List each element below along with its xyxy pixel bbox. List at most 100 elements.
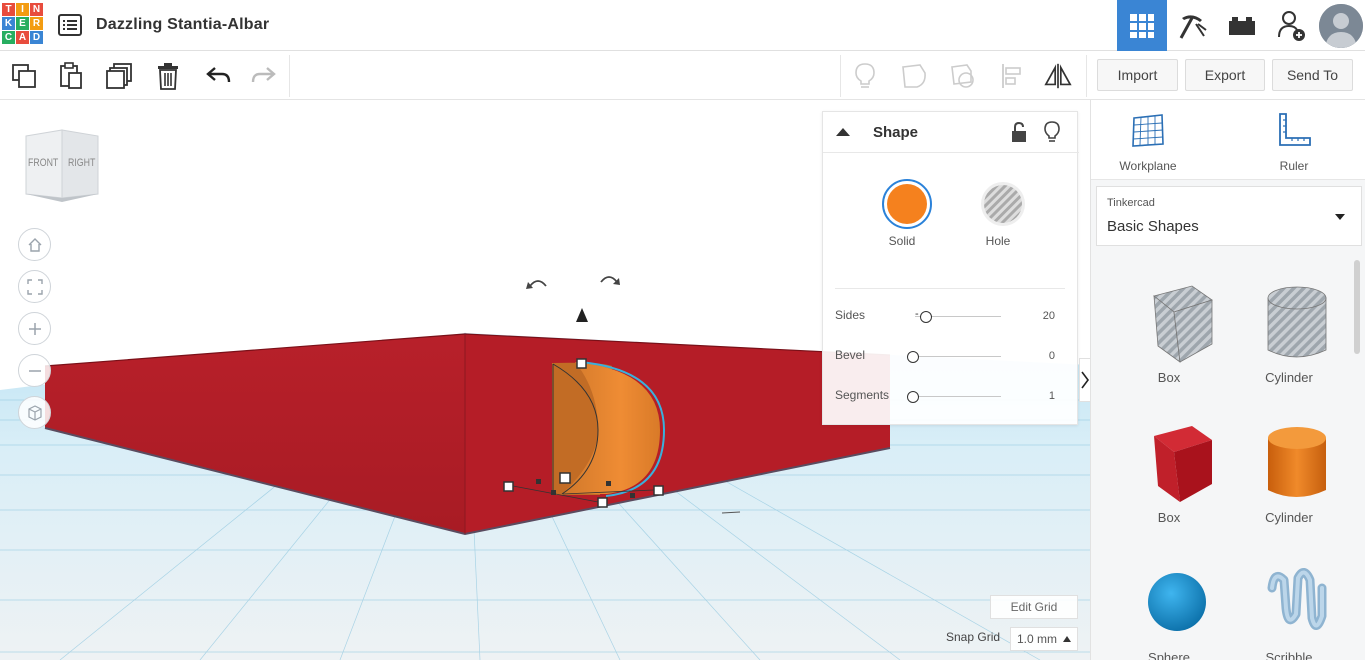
logo-letter: A — [16, 31, 29, 44]
copy-icon — [12, 64, 36, 88]
bevel-value[interactable]: 0 — [1049, 350, 1055, 362]
shape-scribble[interactable]: Scribble — [1229, 558, 1349, 660]
segments-slider-track[interactable] — [915, 396, 1001, 397]
logo-letter: N — [30, 3, 43, 16]
snap-grid-value: 1.0 mm — [1017, 632, 1058, 646]
perspective-button[interactable] — [18, 396, 51, 429]
user-avatar-button[interactable] — [1317, 0, 1365, 51]
shape-cylinder[interactable]: Cylinder — [1229, 418, 1349, 548]
logo-letter: T — [2, 3, 15, 16]
caret-up-icon — [836, 128, 850, 136]
ruler-button[interactable]: Ruler — [1249, 112, 1339, 173]
undo-button[interactable] — [203, 61, 233, 91]
home-view-button[interactable] — [18, 228, 51, 261]
shape-box-hole[interactable]: Box — [1109, 278, 1229, 408]
segments-slider-knob[interactable] — [907, 391, 919, 403]
workplane-icon — [1132, 114, 1164, 147]
segments-value[interactable]: 1 — [1049, 390, 1055, 402]
3d-design-button[interactable] — [1117, 0, 1167, 51]
view-cube[interactable]: FRONT RIGHT — [22, 128, 102, 203]
chevron-down-icon — [1335, 214, 1345, 220]
shape-inspector: Shape Solid Hole Sides - 20 Bevel 0 Segm… — [822, 111, 1079, 425]
hide-button[interactable] — [1042, 120, 1062, 144]
shape-library-dropdown[interactable]: Tinkercad Basic Shapes — [1096, 186, 1362, 246]
snap-grid-label: Snap Grid — [946, 630, 1001, 644]
export-button[interactable]: Export — [1185, 59, 1265, 91]
pickaxe-icon — [1179, 14, 1207, 39]
lift-handle-cone[interactable] — [576, 308, 588, 322]
document-title[interactable]: Dazzling Stantia-Albar — [96, 16, 269, 34]
inspector-divider — [835, 288, 1065, 289]
shape-cylinder-hole[interactable]: Cylinder — [1229, 278, 1349, 408]
collapse-inspector-button[interactable] — [835, 125, 851, 139]
3d-viewport[interactable]: FRONT RIGHT Shape Solid Hole Sides - 20 … — [0, 100, 1090, 660]
shape-list: Box Cylinder Box Cylinder Sphere Scribbl… — [1091, 258, 1361, 660]
duplicate-button[interactable] — [104, 61, 134, 91]
edit-grid-button[interactable]: Edit Grid — [990, 595, 1078, 619]
lock-button[interactable] — [1009, 121, 1029, 143]
rotate-handle-left[interactable] — [529, 280, 547, 287]
sides-value[interactable]: 20 — [1043, 310, 1055, 322]
bricks-icon — [1229, 16, 1255, 35]
hole-swatch — [980, 182, 1025, 226]
copy-button[interactable] — [9, 61, 39, 91]
codeblocks-button[interactable] — [1167, 0, 1217, 51]
shape-label: Box — [1157, 370, 1181, 385]
paste-button[interactable] — [56, 61, 86, 91]
grid-icon — [1130, 13, 1154, 38]
shape-sphere[interactable]: Sphere — [1109, 558, 1229, 660]
workplane-button[interactable]: Workplane — [1103, 112, 1193, 173]
add-user-icon — [1278, 10, 1305, 41]
shape-label: Scribble — [1265, 650, 1313, 660]
toolbar: Import Export Send To — [0, 51, 1365, 100]
toolbar-separator — [1086, 55, 1087, 97]
delete-button[interactable] — [153, 61, 183, 91]
snap-grid-select[interactable]: 1.0 mm — [1010, 627, 1078, 651]
undo-icon — [206, 67, 231, 83]
sides-slider-knob[interactable] — [920, 311, 932, 323]
fit-view-button[interactable] — [18, 270, 51, 303]
box-hole-icon — [1152, 285, 1213, 363]
home-icon — [28, 237, 41, 252]
logo-letter: K — [2, 17, 15, 30]
rotate-handle-right[interactable] — [600, 276, 618, 283]
design-list-icon[interactable] — [58, 14, 82, 36]
notes-button[interactable] — [850, 61, 880, 91]
logo-letter: I — [16, 3, 29, 16]
hole-shape-button[interactable] — [899, 61, 929, 91]
hole-option[interactable] — [963, 178, 1033, 235]
solid-option[interactable] — [867, 178, 937, 235]
tinkercad-logo[interactable]: T I N K E R C A D — [2, 3, 45, 48]
align-button[interactable] — [998, 61, 1028, 91]
group-button[interactable] — [948, 61, 978, 91]
zoom-in-button[interactable] — [18, 312, 51, 345]
segments-label: Segments — [835, 388, 890, 402]
mirror-button[interactable] — [1043, 61, 1073, 91]
zoom-out-button[interactable] — [18, 354, 51, 387]
bevel-slider-track[interactable] — [915, 356, 1001, 357]
shape-box[interactable]: Box — [1109, 418, 1229, 548]
logo-letter: E — [16, 17, 29, 30]
shape-label: Sphere — [1148, 650, 1190, 660]
panel-scrollbar[interactable] — [1354, 260, 1360, 354]
sphere-icon — [1147, 573, 1206, 631]
minus-icon — [28, 369, 41, 372]
logo-letter: R — [30, 17, 43, 30]
expand-panel-button[interactable] — [1079, 358, 1090, 402]
shape-label: Cylinder — [1265, 370, 1313, 385]
align-icon — [1002, 64, 1021, 88]
import-button[interactable]: Import — [1097, 59, 1178, 91]
workplane-tools: Workplane Ruler — [1091, 100, 1365, 180]
sides-label: Sides — [835, 308, 866, 322]
invite-user-button[interactable] — [1267, 0, 1317, 51]
paste-icon — [60, 62, 82, 89]
light-bulb-icon — [1044, 121, 1060, 142]
inspector-header: Shape — [823, 112, 1079, 153]
redo-button[interactable] — [249, 61, 279, 91]
bevel-slider-knob[interactable] — [907, 351, 919, 363]
logo-letter: D — [30, 31, 43, 44]
viewcube-front-label: FRONT — [28, 157, 59, 169]
send-to-button[interactable]: Send To — [1272, 59, 1353, 91]
bevel-label: Bevel — [835, 348, 866, 362]
bricks-button[interactable] — [1217, 0, 1267, 51]
